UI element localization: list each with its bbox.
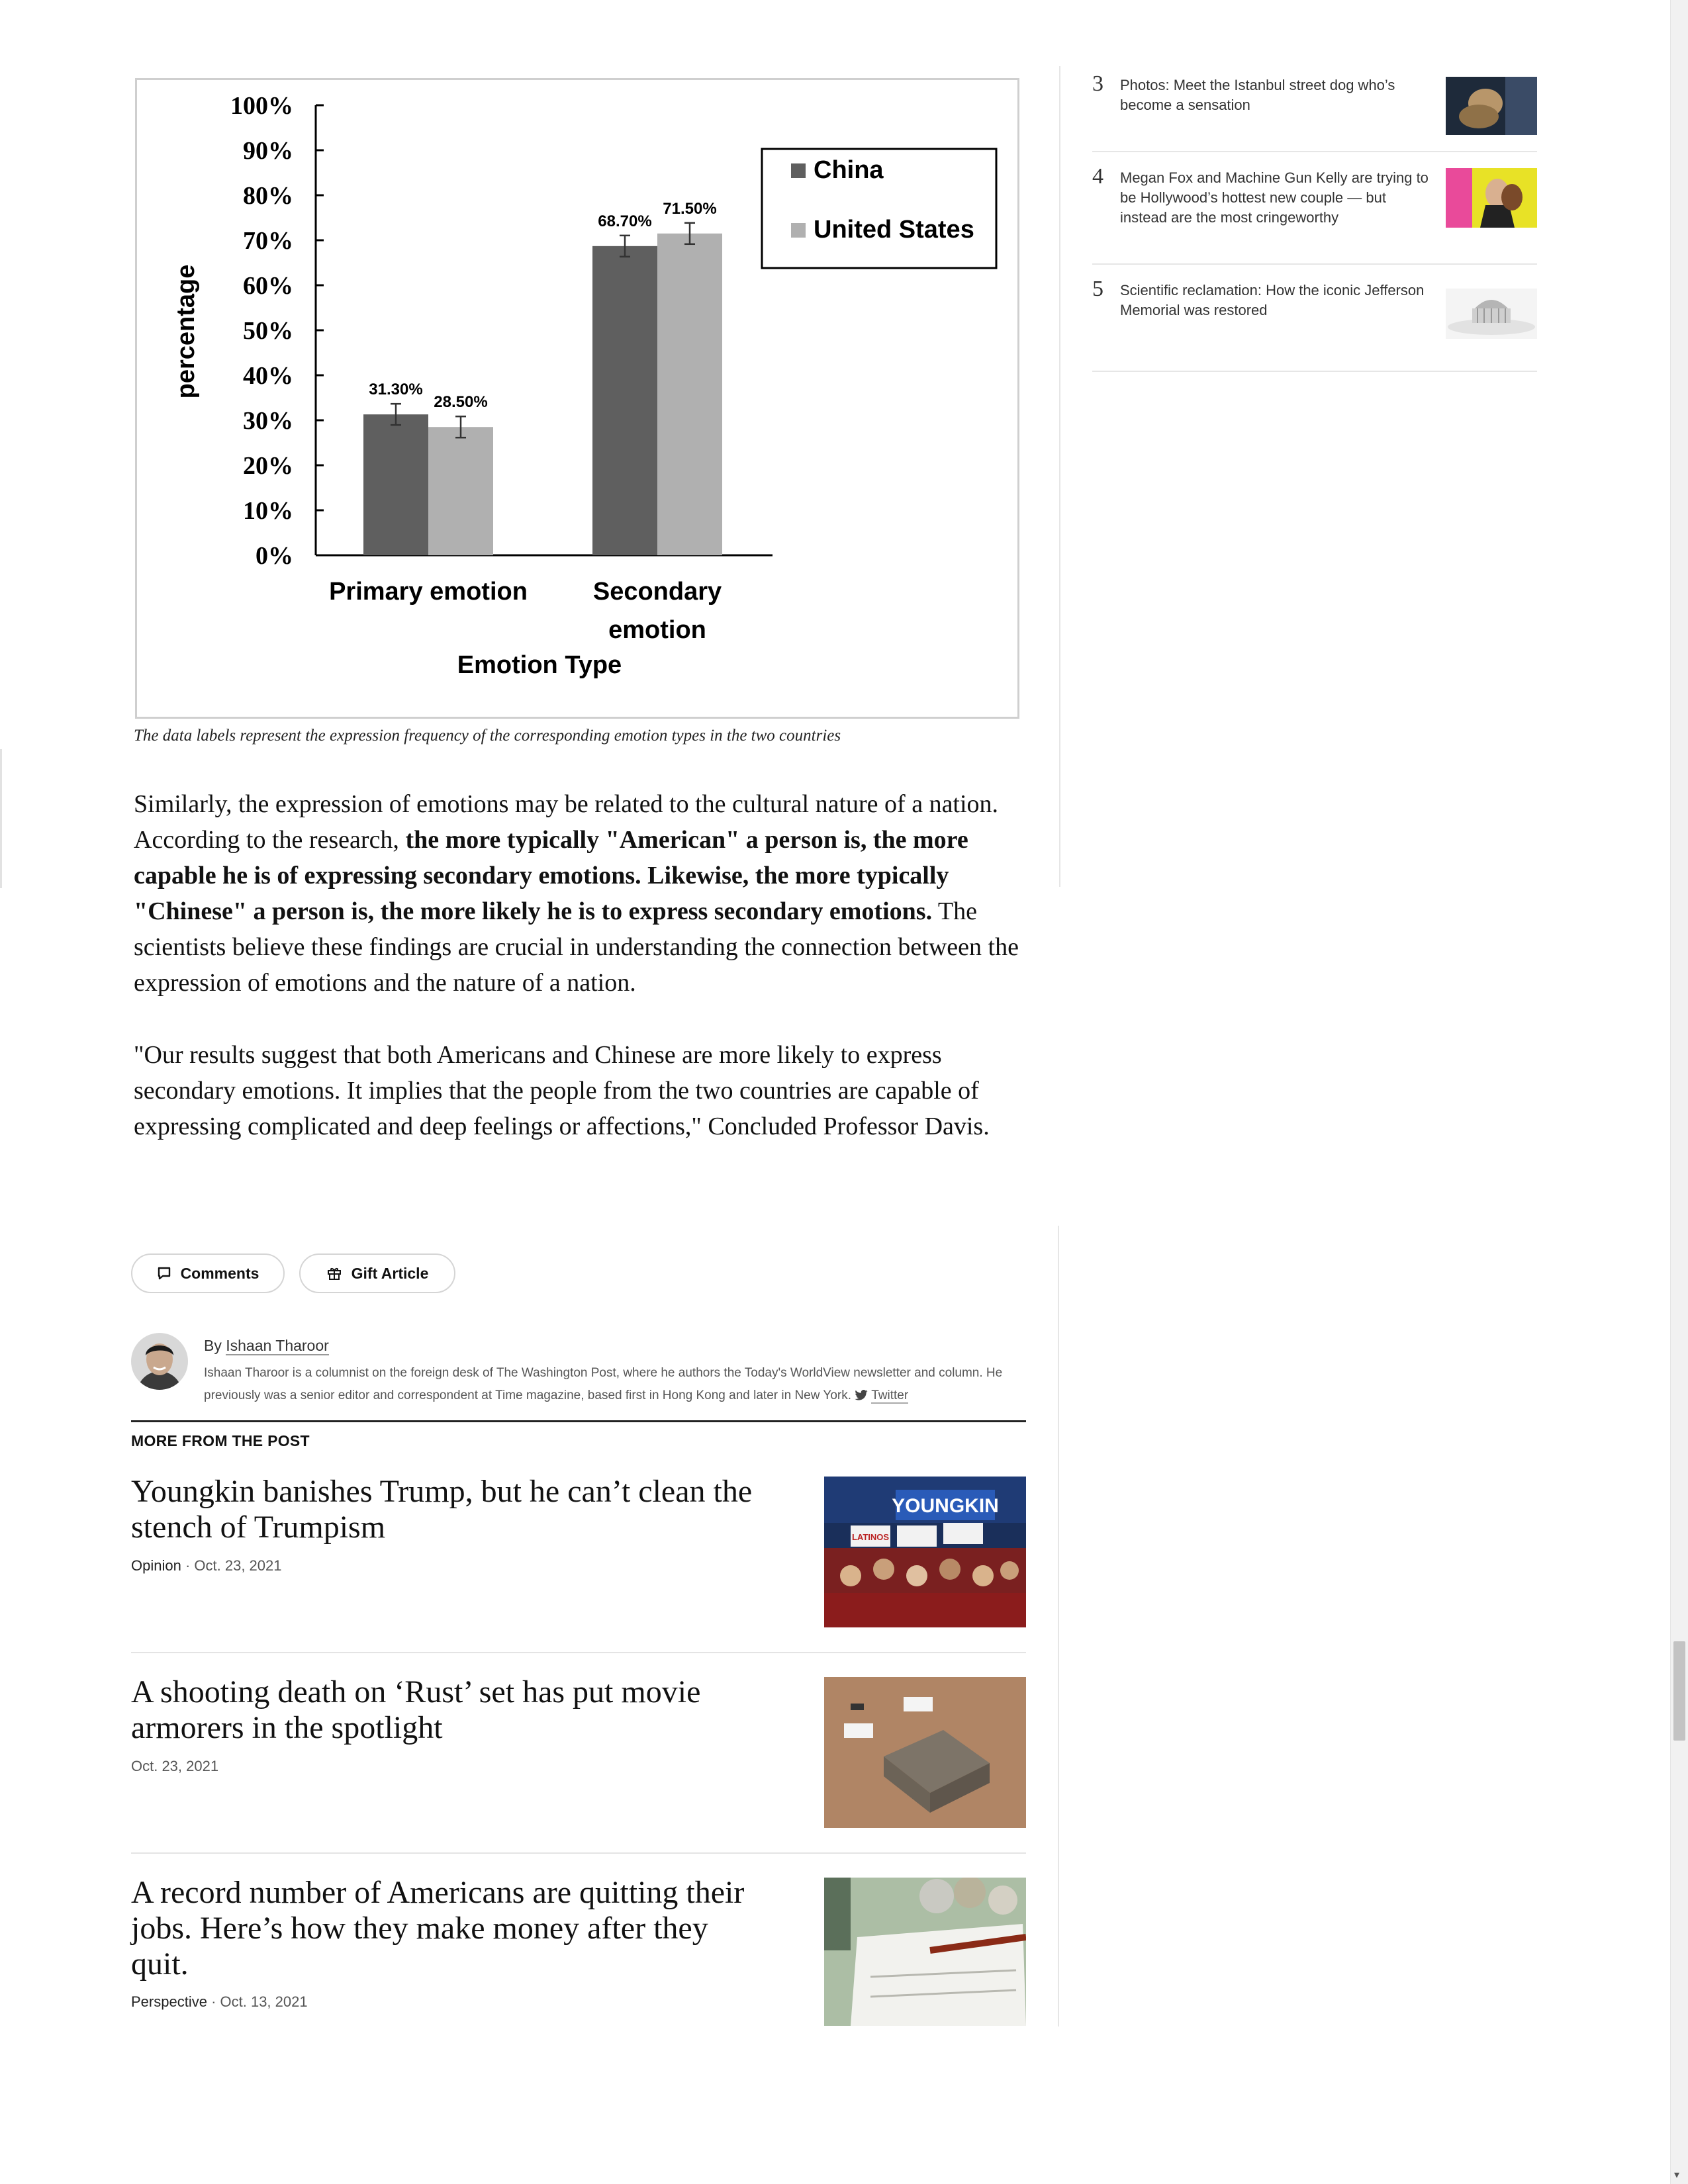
- story-date-1: Oct. 23, 2021: [194, 1557, 282, 1574]
- bar: [657, 233, 722, 555]
- article-paragraph-2: "Our results suggest that both Americans…: [134, 1041, 990, 1140]
- y-tick-label: 100%: [230, 92, 293, 120]
- y-axis-title: percentage: [172, 265, 200, 399]
- article-paragraph-1: Similarly, the expression of emotions ma…: [134, 786, 1034, 1001]
- rail-link-3[interactable]: Photos: Meet the Istanbul street dog who…: [1120, 75, 1431, 115]
- rail-link-4[interactable]: Megan Fox and Machine Gun Kelly are tryi…: [1120, 168, 1431, 228]
- story-kicker-1[interactable]: Opinion: [131, 1557, 181, 1574]
- comment-icon: [157, 1266, 171, 1281]
- main-column-divider-bottom: [1058, 1226, 1059, 2026]
- rail-number-4: 4: [1092, 164, 1103, 189]
- emotion-chart: 0% 10% 20% 30% 40% 50% 60% 70% 80% 90% 100% 31.30%…: [135, 78, 1019, 719]
- y-tick-label: 60%: [243, 272, 293, 300]
- comments-button[interactable]: Comments: [131, 1253, 285, 1293]
- gift-icon: [326, 1265, 342, 1281]
- y-tick-label: 40%: [243, 362, 293, 390]
- story-thumbnail-2[interactable]: [824, 1677, 1026, 1828]
- twitter-link[interactable]: Twitter: [871, 1388, 909, 1404]
- data-label: 31.30%: [369, 381, 422, 398]
- story-date-2: Oct. 23, 2021: [131, 1758, 219, 1774]
- data-label: 71.50%: [663, 200, 716, 218]
- legend-swatch: [791, 163, 806, 178]
- gift-article-label: Gift Article: [351, 1264, 429, 1282]
- scroll-down-arrow-icon[interactable]: ▾: [1674, 2168, 1679, 2181]
- gift-article-button[interactable]: Gift Article: [299, 1253, 455, 1293]
- x-axis-title: Emotion Type: [457, 651, 622, 679]
- bar: [592, 246, 657, 555]
- x-category-labels: Primary emotion Secondary emotion: [329, 578, 722, 644]
- legend: China United States: [761, 148, 998, 269]
- story-divider-1: [131, 1652, 1026, 1653]
- story-sep-1: ·: [181, 1557, 195, 1574]
- story-thumbnail-1[interactable]: YOUNGKIN LATINOS: [824, 1477, 1026, 1627]
- story-title-1[interactable]: Youngkin banishes Trump, but he can’t cl…: [131, 1474, 767, 1545]
- story-sep-3: ·: [207, 1993, 220, 2010]
- y-tick-label: 70%: [243, 227, 293, 255]
- rail-thumbnail-4[interactable]: [1446, 168, 1537, 228]
- scrollbar-thumb[interactable]: [1673, 1641, 1685, 1741]
- page-scrollbar[interactable]: ▾: [1670, 0, 1688, 2184]
- comments-label: Comments: [180, 1264, 259, 1282]
- thumb-sign-text: YOUNGKIN: [892, 1495, 999, 1517]
- twitter-icon[interactable]: [855, 1388, 868, 1402]
- x-category-label: Secondary: [593, 578, 722, 606]
- more-from-post-heading: MORE FROM THE POST: [131, 1432, 310, 1449]
- bar: [363, 414, 428, 555]
- byline: By Ishaan Tharoor: [204, 1337, 329, 1355]
- y-tick-label: 30%: [243, 407, 293, 435]
- rail-link-5[interactable]: Scientific reclamation: How the iconic J…: [1120, 281, 1431, 320]
- y-tick-label: 0%: [256, 542, 293, 570]
- story-meta-1: Opinion · Oct. 23, 2021: [131, 1557, 282, 1574]
- rail-number-3: 3: [1092, 71, 1103, 96]
- rail-thumbnail-3[interactable]: [1446, 77, 1537, 135]
- x-category-label: Primary emotion: [329, 578, 528, 606]
- thumb-small-sign: LATINOS: [852, 1532, 889, 1542]
- byline-prefix: By: [204, 1337, 222, 1354]
- author-bio: Ishaan Tharoor is a columnist on the for…: [204, 1362, 1031, 1407]
- y-tick-label: 20%: [243, 452, 293, 480]
- rail-divider-1: [1092, 151, 1537, 152]
- story-kicker-3[interactable]: Perspective: [131, 1993, 207, 2010]
- data-label: 28.50%: [434, 393, 487, 411]
- story-thumbnail-3[interactable]: [824, 1878, 1026, 2026]
- y-tick-label: 10%: [243, 497, 293, 525]
- legend-swatch: [791, 223, 806, 238]
- author-avatar[interactable]: [131, 1333, 188, 1390]
- y-tick-label: 50%: [243, 317, 293, 345]
- rail-thumbnail-5[interactable]: [1446, 289, 1537, 339]
- legend-label: China: [814, 156, 884, 184]
- story-divider-2: [131, 1852, 1026, 1854]
- x-category-label: emotion: [608, 616, 706, 644]
- main-column-divider-top: [1059, 66, 1060, 887]
- story-title-3[interactable]: A record number of Americans are quittin…: [131, 1875, 767, 1982]
- rail-divider-3: [1092, 371, 1537, 372]
- author-name-link[interactable]: Ishaan Tharoor: [226, 1337, 329, 1355]
- story-meta-3: Perspective · Oct. 13, 2021: [131, 1993, 308, 2011]
- data-label: 68.70%: [598, 212, 651, 230]
- story-title-2[interactable]: A shooting death on ‘Rust’ set has put m…: [131, 1674, 767, 1746]
- story-date-3: Oct. 13, 2021: [220, 1993, 308, 2010]
- rail-divider-2: [1092, 263, 1537, 265]
- y-tick-label: 90%: [243, 137, 293, 165]
- left-edge-marker: [0, 749, 2, 888]
- story-meta-2: Oct. 23, 2021: [131, 1758, 218, 1775]
- legend-label: United States: [814, 216, 974, 244]
- rail-number-5: 5: [1092, 277, 1103, 301]
- bar: [428, 427, 493, 555]
- y-tick-label: 80%: [243, 182, 293, 210]
- more-from-post-rule: [131, 1420, 1026, 1422]
- chart-caption: The data labels represent the expression…: [134, 727, 841, 745]
- chart-svg: 0% 10% 20% 30% 40% 50% 60% 70% 80% 90% 100% 31.30%…: [172, 92, 998, 679]
